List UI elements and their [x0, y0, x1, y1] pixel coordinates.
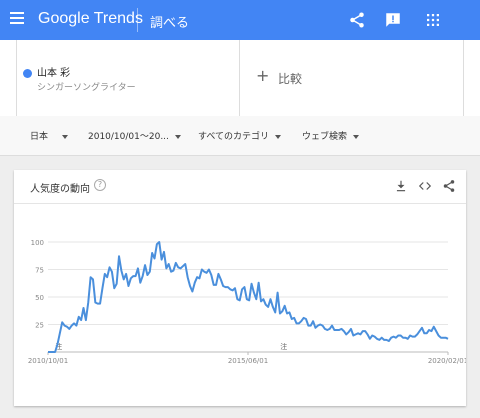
add-comparison-button[interactable]: + 比較	[240, 40, 464, 116]
header-divider	[137, 8, 138, 32]
x-tick-label: 2010/10/01	[28, 357, 68, 365]
app-bar: Google Trends 調べる	[0, 0, 480, 40]
search-term-card[interactable]: 山本 彩 シンガーソングライター	[16, 40, 240, 116]
hamburger-menu-icon[interactable]	[10, 12, 24, 26]
interest-line-chart: 25 50 75 100 2010/10/01 2015/06/01 2020/02/01 注…	[28, 239, 466, 365]
help-icon[interactable]: ?	[94, 179, 106, 191]
y-tick-label: 25	[35, 322, 44, 330]
dropdown-caret-icon	[174, 134, 181, 139]
category-value: すべてのカテゴリ	[198, 132, 270, 142]
search-term-name[interactable]: 山本 彩	[37, 64, 70, 79]
date-range-filter[interactable]: 2010/10/01～20...	[88, 129, 181, 142]
term-color-dot	[23, 69, 32, 78]
share-icon[interactable]	[442, 178, 456, 192]
brand-name: Google Trends	[38, 10, 143, 27]
plus-icon: +	[256, 66, 270, 85]
search-type-value: ウェブ検索	[302, 132, 348, 142]
dropdown-caret-icon	[275, 134, 282, 139]
share-icon[interactable]	[348, 11, 366, 29]
download-icon[interactable]	[394, 178, 408, 192]
filter-bar: 日本 2010/10/01～20... すべてのカテゴリ ウェブ検索	[0, 116, 480, 156]
date-range-value: 2010/10/01～20...	[88, 132, 169, 142]
embed-code-icon[interactable]	[418, 178, 432, 192]
dropdown-caret-icon	[62, 134, 69, 139]
note-marker: 注	[280, 342, 287, 351]
region-value: 日本	[30, 132, 49, 142]
interest-over-time-card: 人気度の動向 ? 25 50 75 100 2010/10/01 2015/06/01 20…	[14, 170, 466, 406]
y-tick-label: 50	[35, 294, 44, 302]
card-divider	[14, 203, 466, 204]
y-tick-label: 75	[35, 267, 44, 275]
google-trends-logo[interactable]: Google Trends	[38, 10, 143, 28]
category-filter[interactable]: すべてのカテゴリ	[198, 129, 282, 142]
feedback-icon[interactable]	[384, 11, 402, 29]
x-tick-label: 2015/06/01	[228, 357, 268, 365]
dropdown-caret-icon	[353, 134, 360, 139]
search-term-type: シンガーソングライター	[37, 83, 136, 93]
compare-label: 比較	[278, 72, 303, 86]
search-type-filter[interactable]: ウェブ検索	[302, 129, 360, 142]
region-filter[interactable]: 日本	[30, 129, 69, 142]
explore-link[interactable]: 調べる	[150, 12, 189, 31]
x-tick-label: 2020/02/01	[428, 357, 466, 365]
card-title: 人気度の動向	[30, 184, 90, 195]
y-tick-label: 100	[31, 239, 44, 247]
apps-grid-icon[interactable]	[424, 11, 442, 29]
